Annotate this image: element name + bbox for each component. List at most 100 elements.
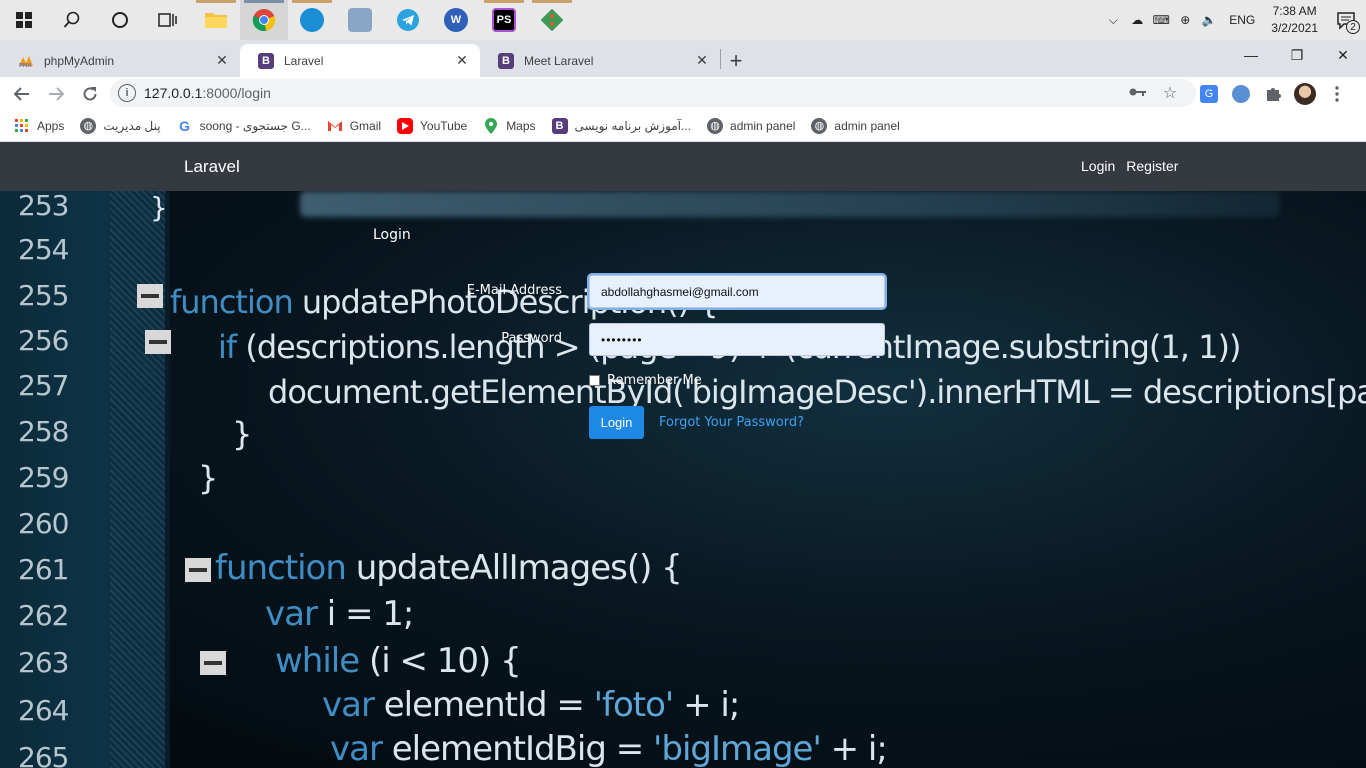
file-explorer-button[interactable] [192,0,240,40]
restore-button[interactable]: ❐ [1274,40,1320,70]
chrome-taskbar-button[interactable] [240,0,288,40]
close-icon[interactable]: ✕ [214,52,230,69]
bookmark-star-icon[interactable]: ☆ [1154,83,1186,103]
line-number: 254 [18,233,69,266]
phpmyadmin-favicon: PMA [18,53,34,69]
code-line: while (i < 10) { [275,641,522,681]
chevron-up-icon[interactable]: ⌵ [1101,0,1125,40]
cortana-button[interactable] [96,0,144,40]
bookmark-google-search[interactable]: G soong - جستجوی G... [177,118,311,134]
git-icon [541,9,563,31]
line-number: 255 [18,279,69,312]
web-page: 253 254 255 256 257 258 259 260 261 262 … [0,142,1366,768]
fold-icon [185,558,211,582]
bookmark-label: admin panel [730,118,796,133]
phpstorm-button[interactable]: PS [480,0,528,40]
action-center-button[interactable]: 2 [1326,0,1366,40]
reload-button[interactable] [74,78,106,110]
more-menu-icon[interactable] [1322,79,1352,109]
url-text[interactable]: 127.0.0.1:8000/login [144,85,1122,101]
bookmark-label: Gmail [349,118,382,133]
bookmark-label: admin panel [834,118,900,133]
puzzle-icon[interactable] [1258,79,1288,109]
chrome-icon [252,9,276,32]
line-number: 263 [18,646,69,679]
bookmark-admin-fa[interactable]: ◍ پنل مدیریت [80,117,161,134]
blue-app-button[interactable] [288,0,336,40]
input-method-icon[interactable]: ⌨ [1149,0,1173,40]
bookmark-gmail[interactable]: Gmail [327,118,381,134]
tab-phpmyadmin[interactable]: PMA phpMyAdmin ✕ [0,44,240,77]
wps-button[interactable]: W [432,0,480,40]
folder-icon [205,13,227,28]
remember-me-label[interactable]: Remember Me [607,373,702,388]
remember-me-checkbox[interactable] [589,375,600,386]
start-button[interactable] [0,0,48,40]
water-drop-icon [300,8,324,32]
bookmark-label: YouTube [420,118,468,133]
login-button[interactable]: Login [589,406,644,439]
forward-button[interactable] [40,78,72,110]
back-button[interactable] [6,78,38,110]
window-controls: ― ❐ ✕ [1228,40,1366,70]
cortana-icon [112,12,128,28]
forgot-password-link[interactable]: Forgot Your Password? [659,415,804,430]
close-window-button[interactable]: ✕ [1320,40,1366,70]
bookmark-admin-panel[interactable]: ◍ admin panel [707,117,796,134]
tab-meet-laravel[interactable]: B Meet Laravel ✕ [480,44,720,77]
line-number: 259 [18,461,69,494]
arrow-left-icon [14,86,29,101]
line-number: 253 [18,191,69,222]
system-clock[interactable]: 7:38 AM 3/2/2021 [1263,3,1326,37]
code-line: } [198,459,218,497]
new-tab-button[interactable]: + [721,44,751,77]
bootstrap-favicon: B [551,117,568,134]
maps-icon [483,117,499,134]
navbar-brand[interactable]: Laravel [184,157,240,177]
nav-login-link[interactable]: Login [1081,158,1115,174]
code-brace: } [150,191,168,224]
network-globe-icon[interactable]: ⊕ [1173,0,1197,40]
line-number: 257 [18,369,69,402]
close-icon[interactable]: ✕ [694,52,710,69]
code-line: var elementIdBig = 'bigImage' + i; [330,729,888,768]
code-line: var i = 1; [265,594,414,634]
close-icon[interactable]: ✕ [454,52,470,69]
minimize-button[interactable]: ― [1228,40,1274,70]
cloud-offline-icon[interactable]: ☁ [1125,0,1149,40]
login-card-title: Login [373,227,411,243]
extension-blue-icon[interactable] [1226,79,1256,109]
site-info-icon[interactable]: i [118,84,136,102]
bookmark-youtube[interactable]: YouTube [397,117,468,134]
windows-taskbar: W PS ⌵ ☁ ⌨ ⊕ 🔈 ENG 7:38 AM 3/2/2021 2 [0,0,1366,40]
task-view-button[interactable] [144,0,192,40]
address-bar[interactable]: i 127.0.0.1:8000/login ☆ [110,79,1196,107]
telegram-button[interactable] [384,0,432,40]
nav-register-link[interactable]: Register [1126,158,1178,174]
task-view-icon [158,13,177,27]
bookmark-label: soong - جستجوی G... [199,118,311,133]
taskbar-search-button[interactable] [48,0,96,40]
remember-me-row: Remember Me [589,373,702,388]
profile-avatar[interactable] [1290,79,1320,109]
email-field[interactable]: abdollahghasmei@gmail.com [589,275,885,308]
bookmark-apps[interactable]: Apps [14,118,64,134]
gitkraken-button[interactable] [528,0,576,40]
bookmark-label: پنل مدیریت [103,118,161,133]
bookmark-admin-panel-2[interactable]: ◍ admin panel [811,117,900,134]
tab-laravel[interactable]: B Laravel ✕ [240,44,480,77]
line-number: 265 [18,741,69,768]
notification-count: 2 [1346,20,1360,34]
language-indicator[interactable]: ENG [1221,13,1263,27]
password-field[interactable]: •••••••• [589,323,885,356]
bookmark-programming-tutorial[interactable]: B آموزش برنامه نویسی... [551,117,691,134]
blurred-code-line [300,191,1280,217]
search-icon [63,11,80,28]
volume-icon[interactable]: 🔈 [1197,0,1221,40]
fold-icon [137,284,163,308]
gallery-app-button[interactable] [336,0,384,40]
google-translate-icon[interactable]: G [1194,79,1224,109]
bookmark-maps[interactable]: Maps [483,117,536,134]
password-key-icon[interactable] [1122,84,1154,102]
password-label: Password [501,331,562,346]
